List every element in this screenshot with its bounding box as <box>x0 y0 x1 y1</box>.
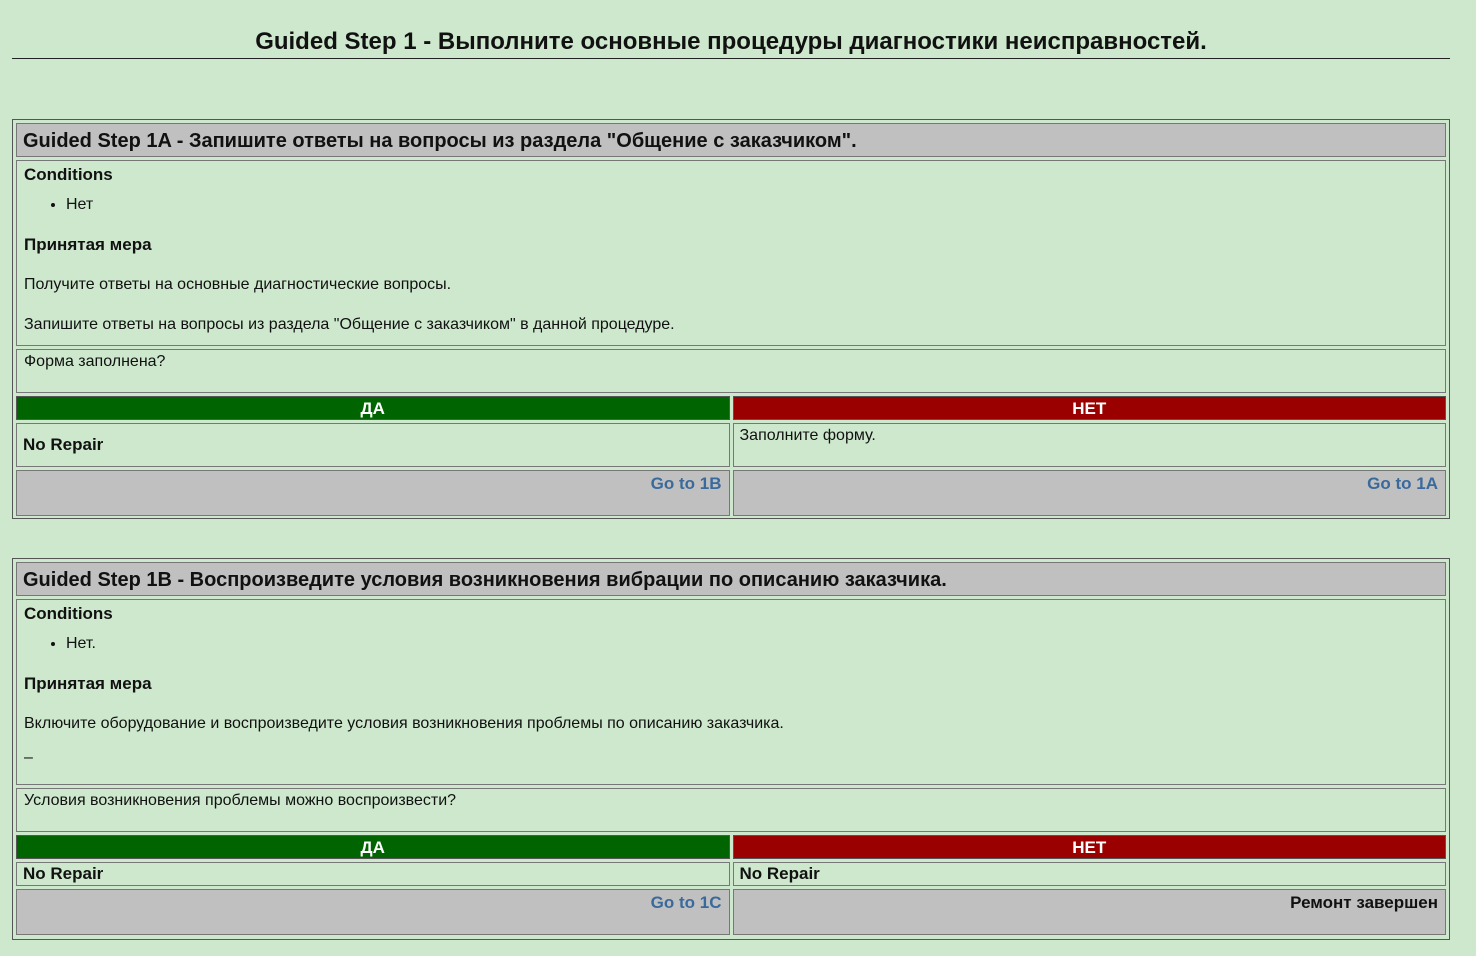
page-header: Guided Step 1 - Выполните основные проце… <box>12 18 1450 59</box>
condition-item: Нет. <box>66 633 1438 655</box>
step-1b-decision-header: ДА НЕТ <box>16 835 1446 859</box>
go-to-1c-link[interactable]: Go to 1C <box>651 893 722 912</box>
step-1a-nav-row: Go to 1B Go to 1A <box>16 470 1446 516</box>
step-1a-decision-header: ДА НЕТ <box>16 396 1446 420</box>
step-1b-question-box: Условия возникновения проблемы можно вос… <box>16 788 1446 832</box>
step-1b-panel: Guided Step 1B - Воспроизведите условия … <box>12 558 1450 940</box>
step-1b-conditions-label: Conditions <box>24 604 113 623</box>
step-1b-conditions-list: Нет. <box>24 633 1438 655</box>
step-1b-no-nav: Ремонт завершен <box>732 889 1446 935</box>
step-1b-action-text-2: – <box>24 749 33 766</box>
step-1a-result-row: No Repair Заполните форму. <box>16 423 1446 467</box>
step-1b-action-text-1: Включите оборудование и воспроизведите у… <box>24 715 784 732</box>
step-1b-question: Условия возникновения проблемы можно вос… <box>24 792 457 809</box>
step-1a-no-result: Заполните форму. <box>732 423 1446 467</box>
step-1a-action-text-1: Получите ответы на основные диагностичес… <box>24 276 452 293</box>
step-1b-action-label: Принятая мера <box>24 674 152 693</box>
step-1b-result-row: No Repair No Repair <box>16 862 1446 886</box>
step-1b-yes-result: No Repair <box>16 862 730 886</box>
step-1b-nav-row: Go to 1C Ремонт завершен <box>16 889 1446 935</box>
page-title: Guided Step 1 - Выполните основные проце… <box>255 28 1207 55</box>
step-1b-no-result: No Repair <box>732 862 1446 886</box>
repair-complete-status: Ремонт завершен <box>1290 893 1438 912</box>
page: Guided Step 1 - Выполните основные проце… <box>0 0 1476 956</box>
step-1a-no-header: НЕТ <box>732 396 1446 420</box>
step-1a-panel: Guided Step 1A - Запишите ответы на вопр… <box>12 119 1450 519</box>
step-1a-conditions-list: Нет <box>24 194 1438 216</box>
step-1a-action-text-2: Запишите ответы на вопросы из раздела "О… <box>24 316 675 333</box>
step-1a-yes-nav: Go to 1B <box>16 470 730 516</box>
step-1b-no-header: НЕТ <box>732 835 1446 859</box>
step-1a-details: Conditions Нет Принятая мера Получите от… <box>16 160 1446 346</box>
step-1a-title: Guided Step 1A - Запишите ответы на вопр… <box>16 123 1446 157</box>
step-1a-conditions-label: Conditions <box>24 165 113 184</box>
step-1a-question: Форма заполнена? <box>24 353 166 370</box>
condition-item: Нет <box>66 194 1438 216</box>
step-1b-title: Guided Step 1B - Воспроизведите условия … <box>16 562 1446 596</box>
step-1b-yes-header: ДА <box>16 835 730 859</box>
step-1a-action-label: Принятая мера <box>24 235 152 254</box>
step-1b-yes-nav: Go to 1C <box>16 889 730 935</box>
go-to-1b-link[interactable]: Go to 1B <box>651 474 722 493</box>
step-1a-question-box: Форма заполнена? <box>16 349 1446 393</box>
step-1a-yes-header: ДА <box>16 396 730 420</box>
go-to-1a-link[interactable]: Go to 1A <box>1367 474 1438 493</box>
step-1b-details: Conditions Нет. Принятая мера Включите о… <box>16 599 1446 785</box>
step-1a-yes-result: No Repair <box>16 423 730 467</box>
step-1a-no-nav: Go to 1A <box>732 470 1446 516</box>
